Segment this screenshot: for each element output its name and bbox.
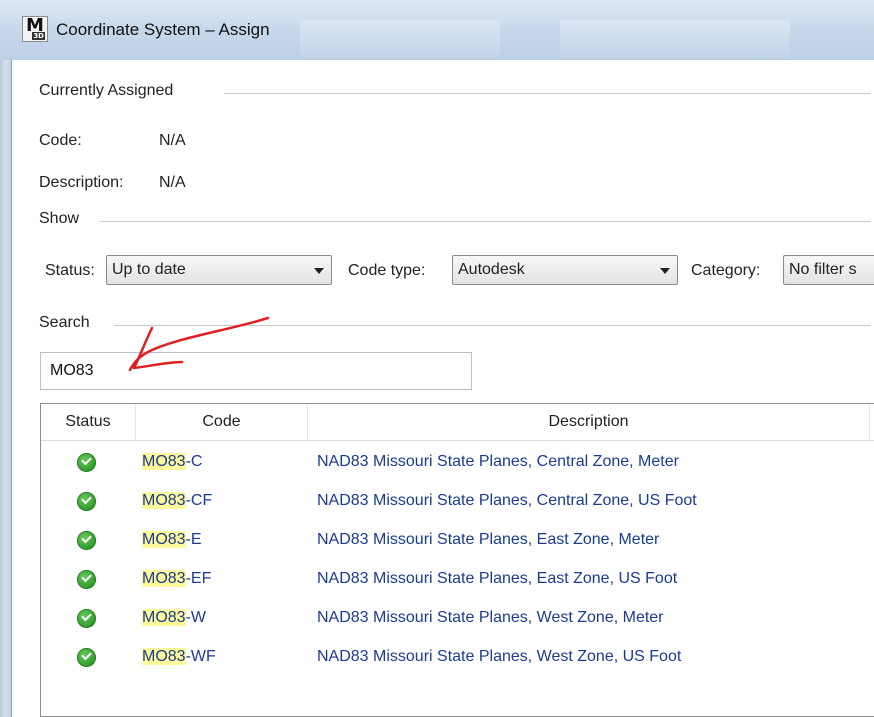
list-item[interactable]: MO83-EF NAD83 Missouri State Planes, Eas… [41, 561, 874, 600]
background-window-ghost [560, 20, 790, 58]
code-suffix: -WF [185, 648, 216, 665]
description-cell: NAD83 Missouri State Planes, Central Zon… [317, 453, 679, 470]
category-dropdown[interactable]: No filter s [783, 255, 874, 285]
code-suffix: -CF [185, 492, 213, 509]
list-header: Status Code Description [41, 404, 874, 441]
chevron-down-icon [660, 268, 670, 274]
search-input[interactable]: MO83 [40, 352, 472, 390]
code-type-dropdown[interactable]: Autodesk [452, 255, 678, 285]
search-match-highlight: MO83 [142, 609, 186, 626]
status-filter-value: Up to date [112, 261, 186, 278]
code-cell: MO83-C [142, 453, 202, 471]
window-left-border [0, 60, 12, 717]
description-value: N/A [159, 174, 186, 191]
check-circle-icon [77, 609, 96, 628]
code-cell: MO83-W [142, 609, 206, 627]
title-bar[interactable]: M 3D Coordinate System – Assign [0, 0, 874, 60]
check-circle-icon [77, 453, 96, 472]
list-item[interactable]: MO83-W NAD83 Missouri State Planes, West… [41, 600, 874, 639]
check-circle-icon [77, 648, 96, 667]
list-item[interactable]: MO83-C NAD83 Missouri State Planes, Cent… [41, 444, 874, 483]
list-item[interactable]: MO83-WF NAD83 Missouri State Planes, Wes… [41, 639, 874, 678]
code-value: N/A [159, 132, 186, 149]
search-match-highlight: MO83 [142, 492, 186, 509]
search-match-highlight: MO83 [142, 648, 186, 665]
search-header: Search [39, 314, 90, 331]
currently-assigned-header: Currently Assigned [39, 82, 174, 99]
description-label: Description: [39, 174, 124, 191]
code-type-value: Autodesk [458, 261, 525, 278]
description-cell: NAD83 Missouri State Planes, East Zone, … [317, 570, 678, 587]
coordinate-system-list[interactable]: Status Code Description MO83-C NAD83 Mis… [40, 403, 874, 717]
code-cell: MO83-EF [142, 570, 211, 588]
list-item[interactable]: MO83-CF NAD83 Missouri State Planes, Cen… [41, 483, 874, 522]
code-suffix: -W [185, 609, 207, 626]
status-filter-dropdown[interactable]: Up to date [106, 255, 332, 285]
category-label: Category: [691, 262, 761, 279]
code-cell: MO83-E [142, 531, 202, 549]
description-cell: NAD83 Missouri State Planes, East Zone, … [317, 531, 660, 548]
show-header: Show [39, 210, 80, 227]
code-suffix: -E [185, 531, 202, 548]
group-divider [114, 325, 871, 326]
code-cell: MO83-WF [142, 648, 216, 666]
check-circle-icon [77, 570, 96, 589]
code-label: Code: [39, 132, 82, 149]
description-cell: NAD83 Missouri State Planes, Central Zon… [317, 492, 697, 509]
app-icon: M 3D [22, 15, 48, 42]
window-title: Coordinate System – Assign [56, 20, 270, 39]
chevron-down-icon [314, 268, 324, 274]
description-cell: NAD83 Missouri State Planes, West Zone, … [317, 648, 682, 665]
search-match-highlight: MO83 [142, 453, 186, 470]
code-type-label: Code type: [348, 262, 426, 279]
list-item[interactable]: MO83-E NAD83 Missouri State Planes, East… [41, 522, 874, 561]
group-divider [100, 221, 871, 222]
category-value: No filter s [789, 261, 857, 278]
description-cell: NAD83 Missouri State Planes, West Zone, … [317, 609, 664, 626]
code-cell: MO83-CF [142, 492, 212, 510]
column-header-description[interactable]: Description [308, 404, 870, 440]
check-circle-icon [77, 531, 96, 550]
group-divider [224, 93, 871, 94]
search-match-highlight: MO83 [142, 570, 186, 587]
column-header-code[interactable]: Code [136, 404, 308, 440]
status-filter-label: Status: [45, 262, 95, 279]
search-match-highlight: MO83 [142, 531, 186, 548]
app-icon-subscript: 3D [32, 32, 45, 40]
code-suffix: -C [185, 453, 203, 470]
code-suffix: -EF [185, 570, 212, 587]
check-circle-icon [77, 492, 96, 511]
background-window-ghost [300, 20, 500, 58]
column-header-status[interactable]: Status [41, 404, 136, 440]
